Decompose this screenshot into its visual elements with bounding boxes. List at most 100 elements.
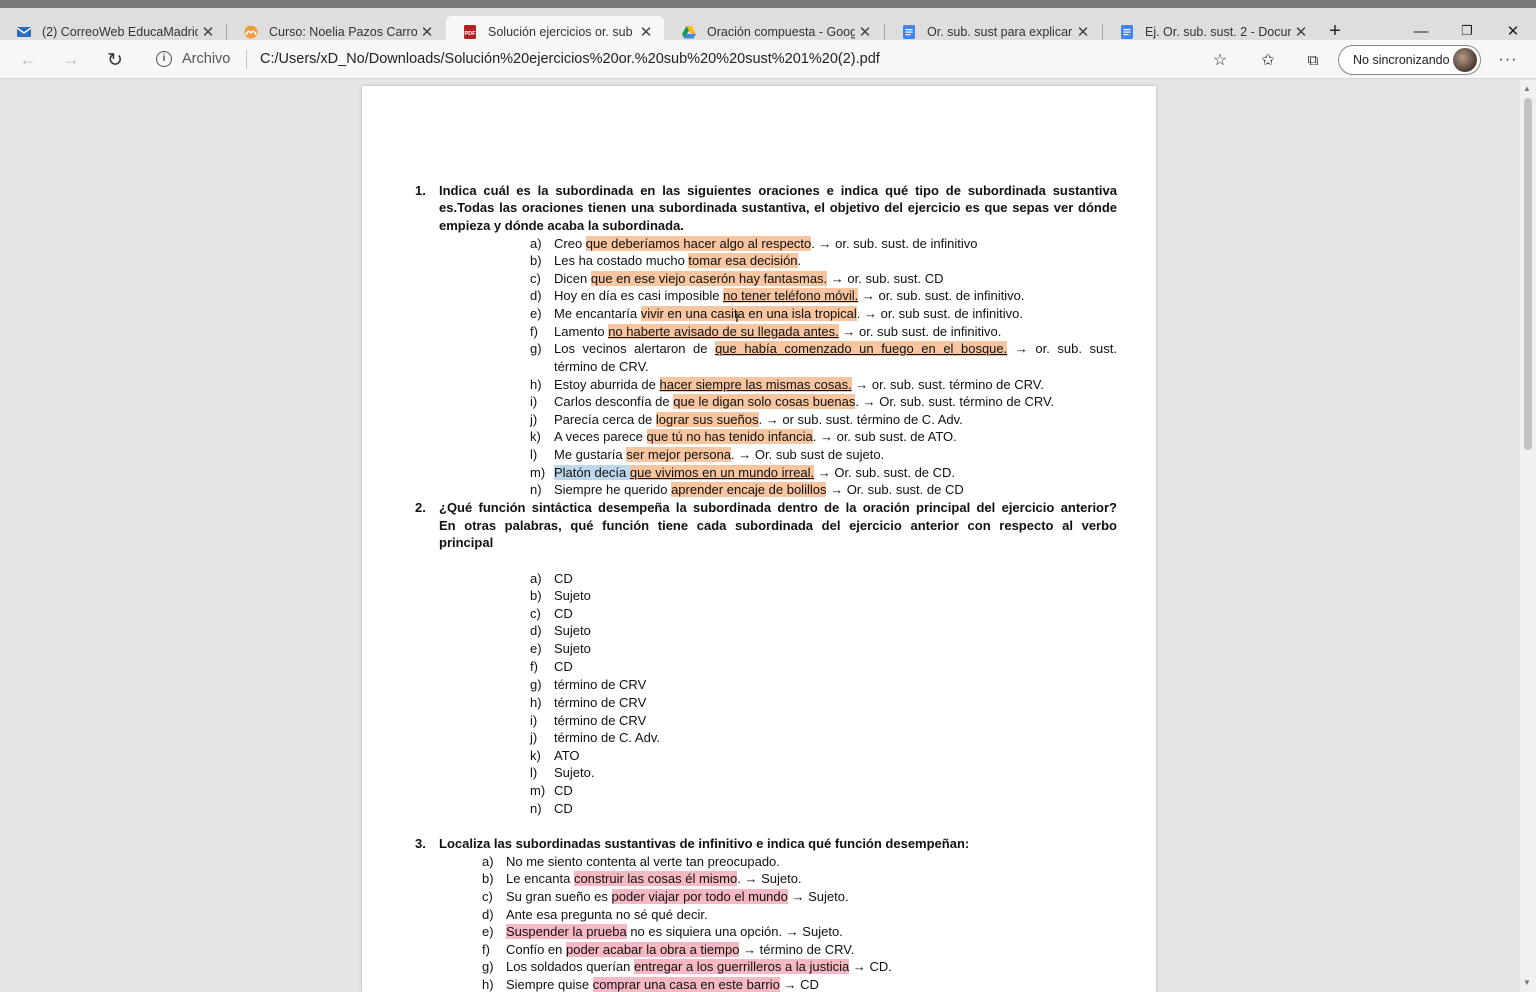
profile-sync-button[interactable]: No sincronizando — [1338, 45, 1481, 75]
moodle-icon — [244, 25, 258, 39]
list-item: Dicen que en ese viejo caserón hay fanta… — [554, 271, 944, 286]
highlight: hacer siempre las mismas cosas. — [659, 377, 852, 392]
list-item-letter: j) — [530, 412, 538, 427]
highlight: Suspender la prueba — [506, 924, 627, 939]
highlight: que deberíamos hacer algo al respecto — [585, 236, 812, 251]
question-1-line-1: Indica cuál es la subordinada en las sig… — [439, 183, 1117, 198]
list-item-letter: f) — [482, 942, 490, 957]
close-icon[interactable]: ✕ — [198, 23, 218, 41]
close-icon[interactable]: ✕ — [1291, 23, 1311, 41]
answer-item: término de CRV — [554, 677, 647, 692]
question-2-line-1: ¿Qué función sintáctica desempeña la sub… — [439, 500, 1117, 515]
question-1-line-3: empieza y dónde acaba la subordinada. — [439, 218, 684, 233]
tab-title: Curso: Noelia Pazos Carro — [269, 25, 417, 39]
highlight: poder acabar la obra a tiempo — [566, 942, 740, 957]
close-icon[interactable]: ✕ — [855, 23, 875, 41]
question-1-line-2: es.Todas las oraciones tienen una subord… — [439, 200, 1117, 215]
list-item: Hoy en día es casi imposible no tener te… — [554, 288, 1025, 303]
answer-item: CD — [554, 659, 573, 674]
collections-icon[interactable]: ⧉ — [1297, 44, 1329, 76]
svg-text:PDF: PDF — [465, 31, 477, 37]
question-2-line-2: En otras palabras, qué función tiene cad… — [439, 518, 1117, 533]
list-item-letter: m) — [530, 465, 546, 480]
pdf-page: 1. Indica cuál es la subordinada en las … — [362, 86, 1156, 992]
navigation-toolbar: ← → ↻ i Archivo C:/Users/xD_No/Downloads… — [0, 40, 1536, 79]
star-icon[interactable]: ☆ — [1204, 44, 1236, 76]
highlight: entregar a los guerrilleros a la justici… — [633, 959, 850, 974]
text-cursor-icon: I — [735, 309, 739, 325]
answer-item: Sujeto. — [554, 765, 595, 780]
list-item-letter: n) — [530, 801, 542, 816]
scroll-up-icon[interactable]: ▲ — [1523, 84, 1531, 93]
highlight: que vivimos en un mundo irreal. — [629, 465, 815, 480]
scroll-thumb[interactable] — [1524, 98, 1532, 450]
list-item-letter: i) — [530, 713, 538, 728]
avatar — [1453, 48, 1477, 72]
highlight: no haberte avisado de su llegada antes. — [608, 324, 839, 339]
list-item-letter: f) — [530, 659, 538, 674]
scroll-down-icon[interactable]: ▼ — [1523, 978, 1531, 987]
close-icon[interactable]: ✕ — [1073, 23, 1093, 41]
list-item-letter: a) — [530, 236, 542, 251]
highlight: vivir en una casita en una isla tropical — [640, 306, 857, 321]
list-item-letter: k) — [530, 748, 541, 763]
list-item-letter: c) — [530, 606, 541, 621]
answer-item: CD — [554, 606, 573, 621]
list-item: Le encanta construir las cosas él mismo.… — [506, 871, 802, 886]
highlight: que en ese viejo caserón hay fantasmas. — [590, 271, 828, 286]
list-item: Creo que deberíamos hacer algo al respec… — [554, 236, 978, 251]
answer-item: término de CRV — [554, 713, 647, 728]
list-item: Carlos desconfía de que le digan solo co… — [554, 394, 1055, 409]
address-divider — [246, 50, 247, 69]
list-item: Platón decía que vivimos en un mundo irr… — [554, 465, 956, 480]
info-icon[interactable]: i — [156, 51, 172, 67]
selection-highlight: Platón decía — [554, 465, 630, 480]
vertical-scrollbar[interactable]: ▲ ▼ — [1520, 80, 1536, 992]
list-item-letter: n) — [530, 482, 542, 497]
answer-item: CD — [554, 571, 573, 586]
list-item: Siempre he querido aprender encaje de bo… — [554, 482, 964, 497]
list-item: A veces parece que tú no has tenido infa… — [554, 429, 957, 444]
sync-label: No sincronizando — [1353, 53, 1450, 67]
highlight: construir las cosas él mismo — [573, 871, 738, 886]
list-item-letter: h) — [482, 977, 494, 992]
docs-icon — [1121, 25, 1133, 39]
list-item: Confío en poder acabar la obra a tiempo … — [506, 942, 855, 957]
close-icon[interactable]: ✕ — [417, 23, 437, 41]
question-3-number: 3. — [415, 836, 426, 851]
answer-item: Sujeto — [554, 588, 591, 603]
list-item-letter: k) — [530, 429, 541, 444]
list-item-letter: f) — [530, 324, 538, 339]
highlight: lograr sus sueños — [655, 412, 759, 427]
highlight: que tú no has tenido infancia — [646, 429, 813, 444]
list-item-letter: e) — [530, 306, 542, 321]
refresh-icon[interactable]: ↻ — [99, 44, 131, 76]
list-item-letter: i) — [530, 394, 538, 409]
list-item-letter: c) — [530, 271, 541, 286]
list-item: Parecía cerca de lograr sus sueños. → or… — [554, 412, 963, 427]
highlight: ser mejor persona — [626, 447, 732, 462]
forward-icon[interactable]: → — [55, 44, 87, 76]
close-icon[interactable]: ✕ — [636, 23, 656, 41]
address-bar[interactable]: C:/Users/xD_No/Downloads/Solución%20ejer… — [260, 51, 880, 67]
tab-title: Or. sub. sust para explicar an — [927, 25, 1073, 39]
more-options-icon[interactable]: ··· — [1492, 44, 1524, 76]
back-icon[interactable]: ← — [12, 44, 44, 76]
answer-item: término de C. Adv. — [554, 730, 660, 745]
question-1-number: 1. — [415, 183, 426, 198]
list-item-letter: d) — [530, 623, 542, 638]
list-item-letter: l) — [530, 765, 538, 780]
list-item: Lamento no haberte avisado de su llegada… — [554, 324, 1002, 339]
answer-item: CD — [554, 801, 573, 816]
list-item: Su gran sueño es poder viajar por todo e… — [506, 889, 849, 904]
list-item-letter: g) — [482, 959, 494, 974]
list-item: Me gustaría ser mejor persona. → Or. sub… — [554, 447, 885, 462]
tab-title: Solución ejercicios or. sub sust — [488, 25, 636, 39]
list-item: Me encantaría vivir en una casita en una… — [554, 306, 1023, 321]
tab-title: (2) CorreoWeb EducaMadrid — [42, 25, 198, 39]
list-item-letter: b) — [482, 871, 494, 886]
favorites-icon[interactable]: ✩ — [1252, 44, 1284, 76]
list-item-letter: a) — [530, 571, 542, 586]
list-item-letter: g) — [530, 677, 542, 692]
list-item-letter: d) — [530, 288, 542, 303]
